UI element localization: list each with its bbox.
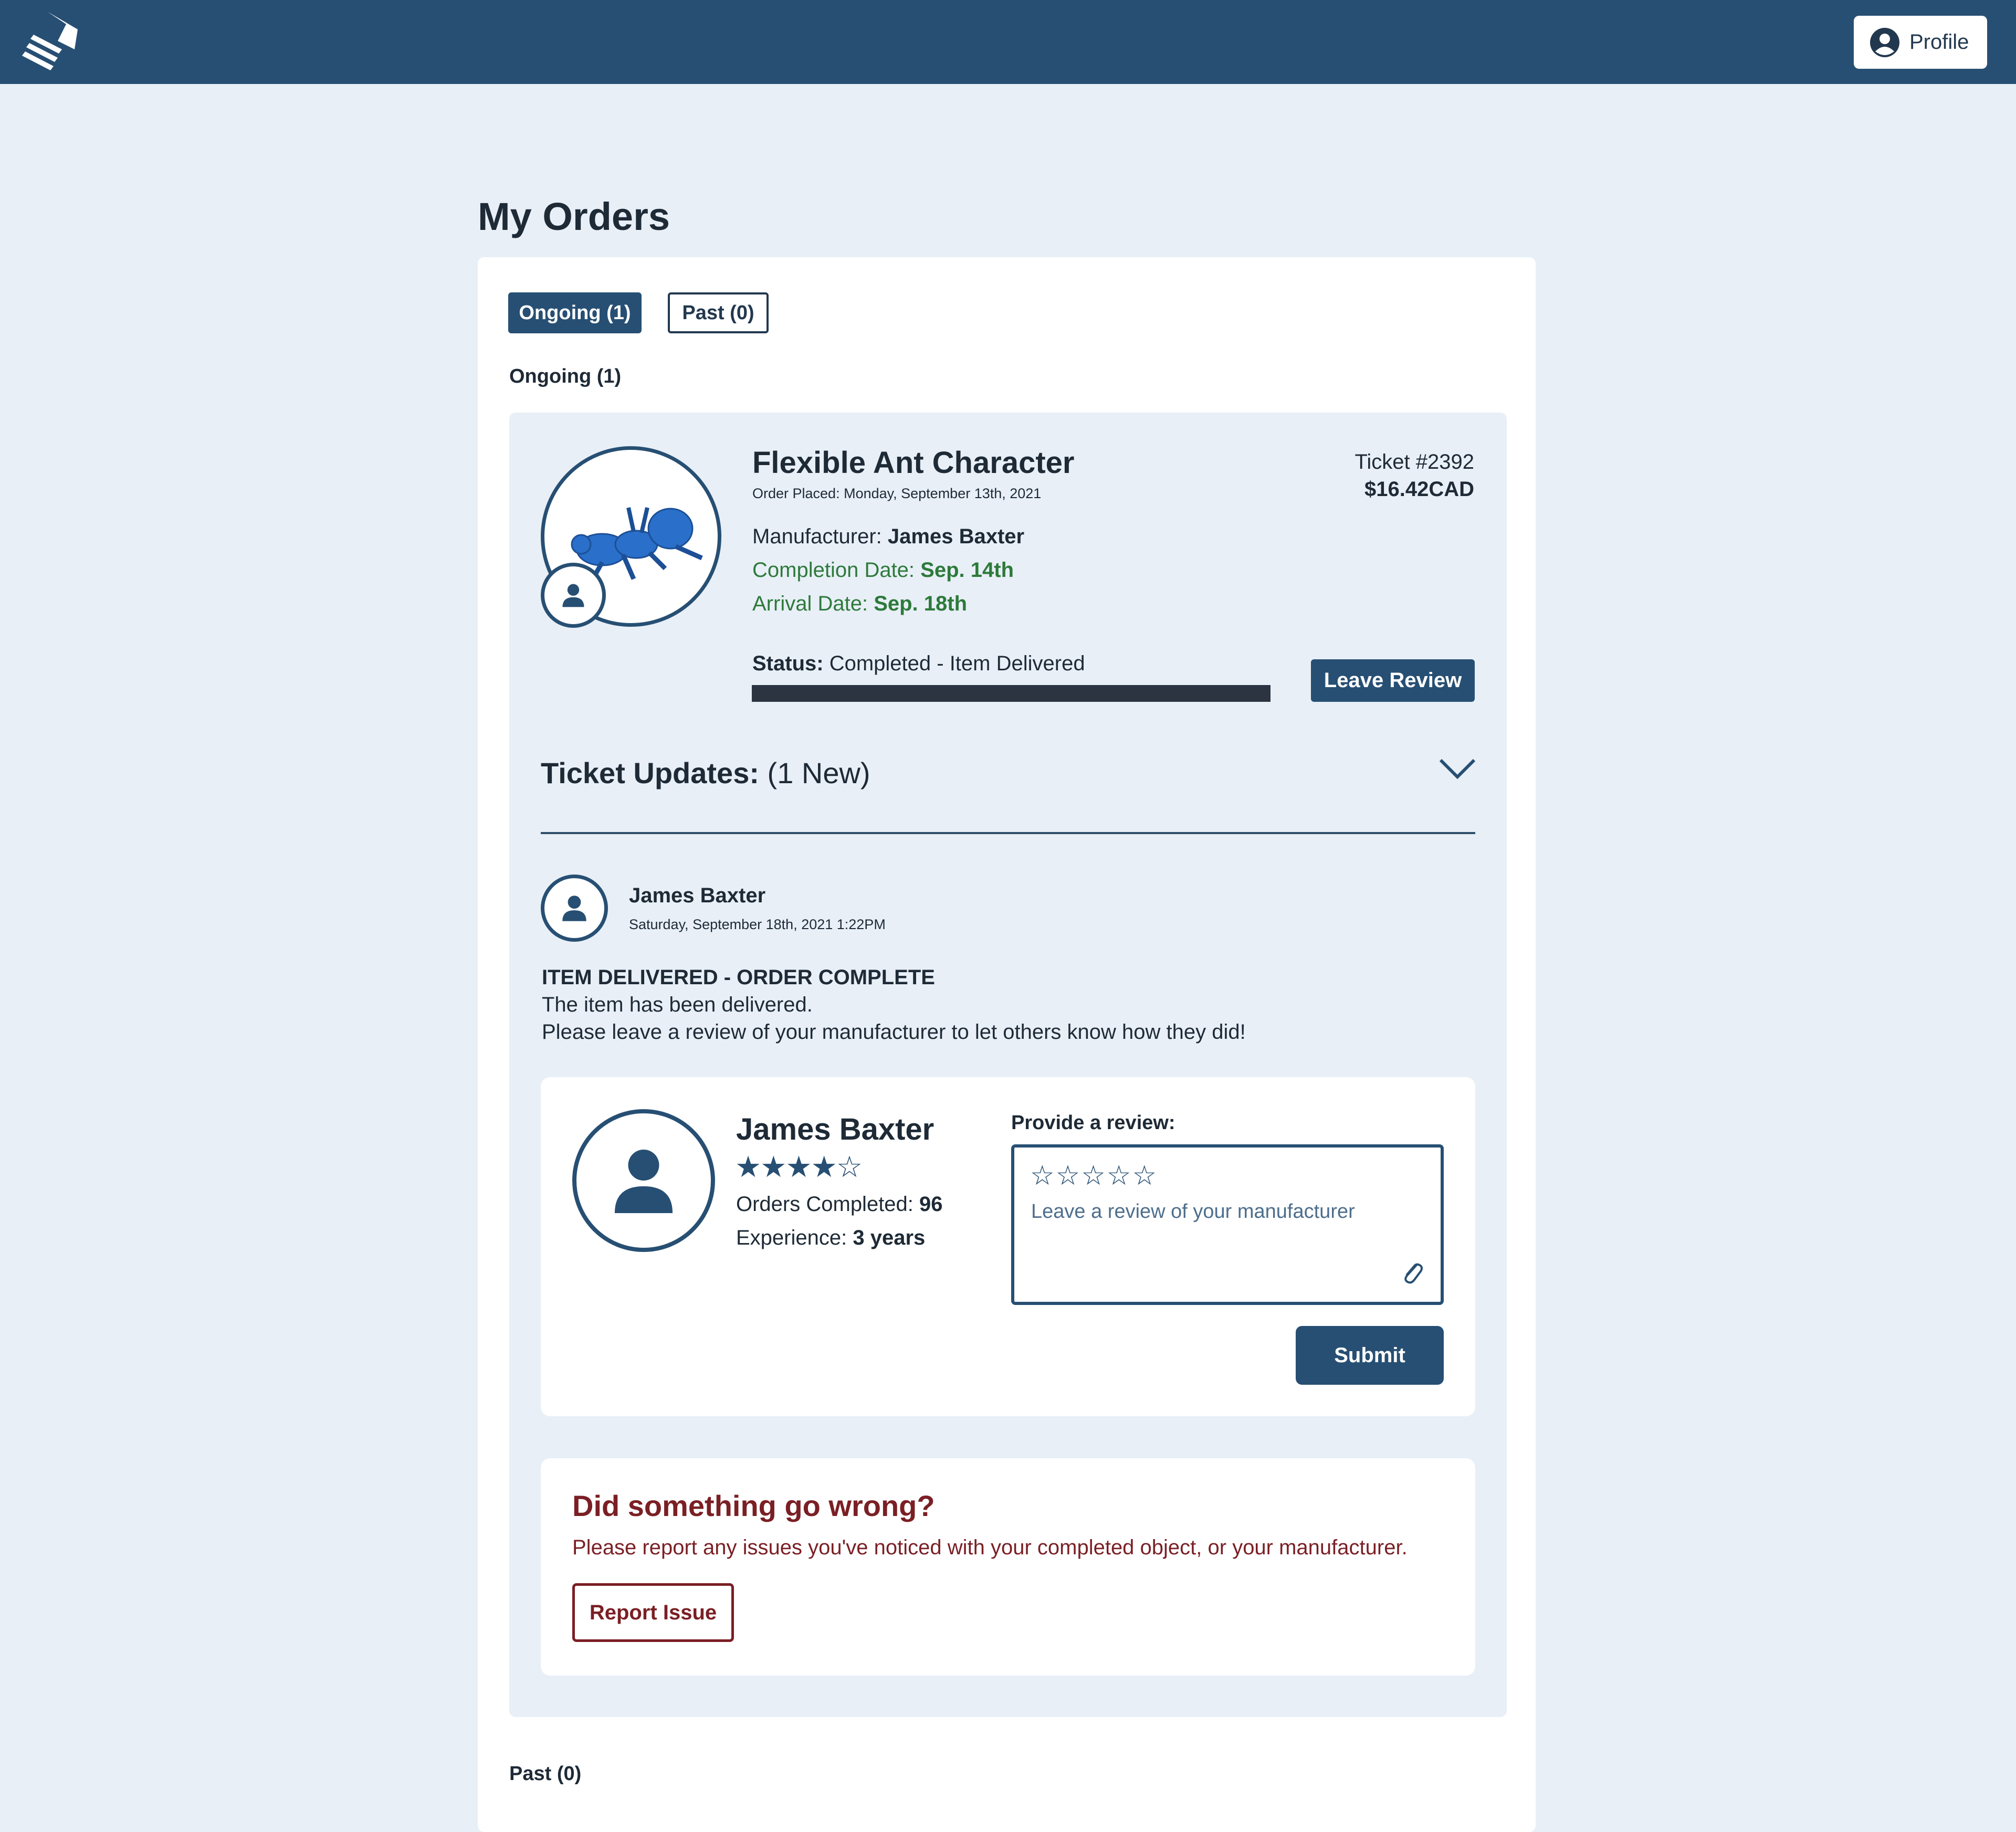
leave-review-button[interactable]: Leave Review <box>1311 659 1475 702</box>
order-price: $16.42CAD <box>1364 478 1474 501</box>
tab-ongoing[interactable]: Ongoing (1) <box>508 292 642 333</box>
past-section-label: Past (0) <box>509 1763 582 1785</box>
order-progress-bar <box>752 685 1270 702</box>
issue-title: Did something go wrong? <box>572 1489 935 1522</box>
user-icon <box>614 1150 673 1213</box>
status-value: Completed - Item Delivered <box>829 652 1085 675</box>
ticket-number: Ticket #2392 <box>1354 450 1474 473</box>
update-message-line: Please leave a review of your manufactur… <box>542 1020 1246 1044</box>
manufacturer-avatar-small[interactable] <box>541 563 606 628</box>
update-author-name: James Baxter <box>629 884 766 907</box>
experience-label: Experience: <box>736 1226 847 1249</box>
arrival-label: Arrival Date: <box>752 592 868 615</box>
update-message-line: The item has been delivered. <box>542 993 813 1016</box>
top-navigation-bar <box>0 0 2016 84</box>
ticket-updates-count: (1 New) <box>767 756 870 789</box>
manufacturer-line: Manufacturer: James Baxter <box>752 525 1024 549</box>
completion-line: Completion Date: Sep. 14th <box>752 559 1014 582</box>
order-progress-fill <box>752 685 1270 702</box>
user-circle-icon <box>1870 27 1899 57</box>
page-title: My Orders <box>478 195 670 238</box>
order-placed-date: Order Placed: Monday, September 13th, 20… <box>752 486 1042 501</box>
arrival-line: Arrival Date: Sep. 18th <box>752 592 967 616</box>
submit-review-button[interactable]: Submit <box>1296 1326 1444 1385</box>
report-issue-button[interactable]: Report Issue <box>572 1583 734 1642</box>
order-title: Flexible Ant Character <box>752 446 1075 480</box>
paperclip-icon[interactable] <box>1401 1260 1424 1285</box>
tab-past[interactable]: Past (0) <box>668 292 769 333</box>
manufacturer-rating: ★★★★☆ <box>735 1150 863 1183</box>
issue-text: Please report any issues you've noticed … <box>572 1536 1408 1559</box>
updates-divider <box>541 832 1475 834</box>
status-label: Status: <box>752 652 824 675</box>
update-author-avatar[interactable] <box>541 875 608 942</box>
arrival-date: Sep. 18th <box>874 592 968 615</box>
orders-completed: Orders Completed: 96 <box>736 1193 943 1216</box>
user-icon <box>562 584 584 607</box>
completion-date: Sep. 14th <box>920 559 1014 582</box>
ongoing-section-label: Ongoing (1) <box>509 365 622 387</box>
orders-completed-value: 96 <box>919 1193 943 1216</box>
completion-label: Completion Date: <box>752 559 915 582</box>
ticket-updates-title: Ticket Updates: <box>541 756 759 789</box>
orders-completed-label: Orders Completed: <box>736 1193 914 1216</box>
provide-review-label: Provide a review: <box>1011 1112 1175 1134</box>
manufacturer-avatar[interactable] <box>572 1109 715 1252</box>
update-heading: ITEM DELIVERED - ORDER COMPLETE <box>542 966 935 989</box>
manufacturer-name[interactable]: James Baxter <box>888 525 1024 548</box>
ticket-updates-header[interactable]: Ticket Updates: (1 New) <box>541 756 870 790</box>
profile-button[interactable]: Profile <box>1854 16 1987 69</box>
chevron-down-icon[interactable] <box>1438 756 1476 782</box>
manufacturer-card-name: James Baxter <box>736 1112 934 1146</box>
logo-icon[interactable] <box>20 12 82 70</box>
status-line: Status: Completed - Item Delivered <box>752 652 1085 676</box>
experience-value: 3 years <box>853 1226 926 1249</box>
experience: Experience: 3 years <box>736 1226 925 1250</box>
profile-label: Profile <box>1909 30 1969 54</box>
user-icon <box>562 896 586 921</box>
review-star-rating-input[interactable]: ☆☆☆☆☆ <box>1030 1160 1158 1192</box>
manufacturer-label: Manufacturer: <box>752 525 882 548</box>
review-input[interactable] <box>1030 1200 1421 1224</box>
update-timestamp: Saturday, September 18th, 2021 1:22PM <box>629 917 886 932</box>
